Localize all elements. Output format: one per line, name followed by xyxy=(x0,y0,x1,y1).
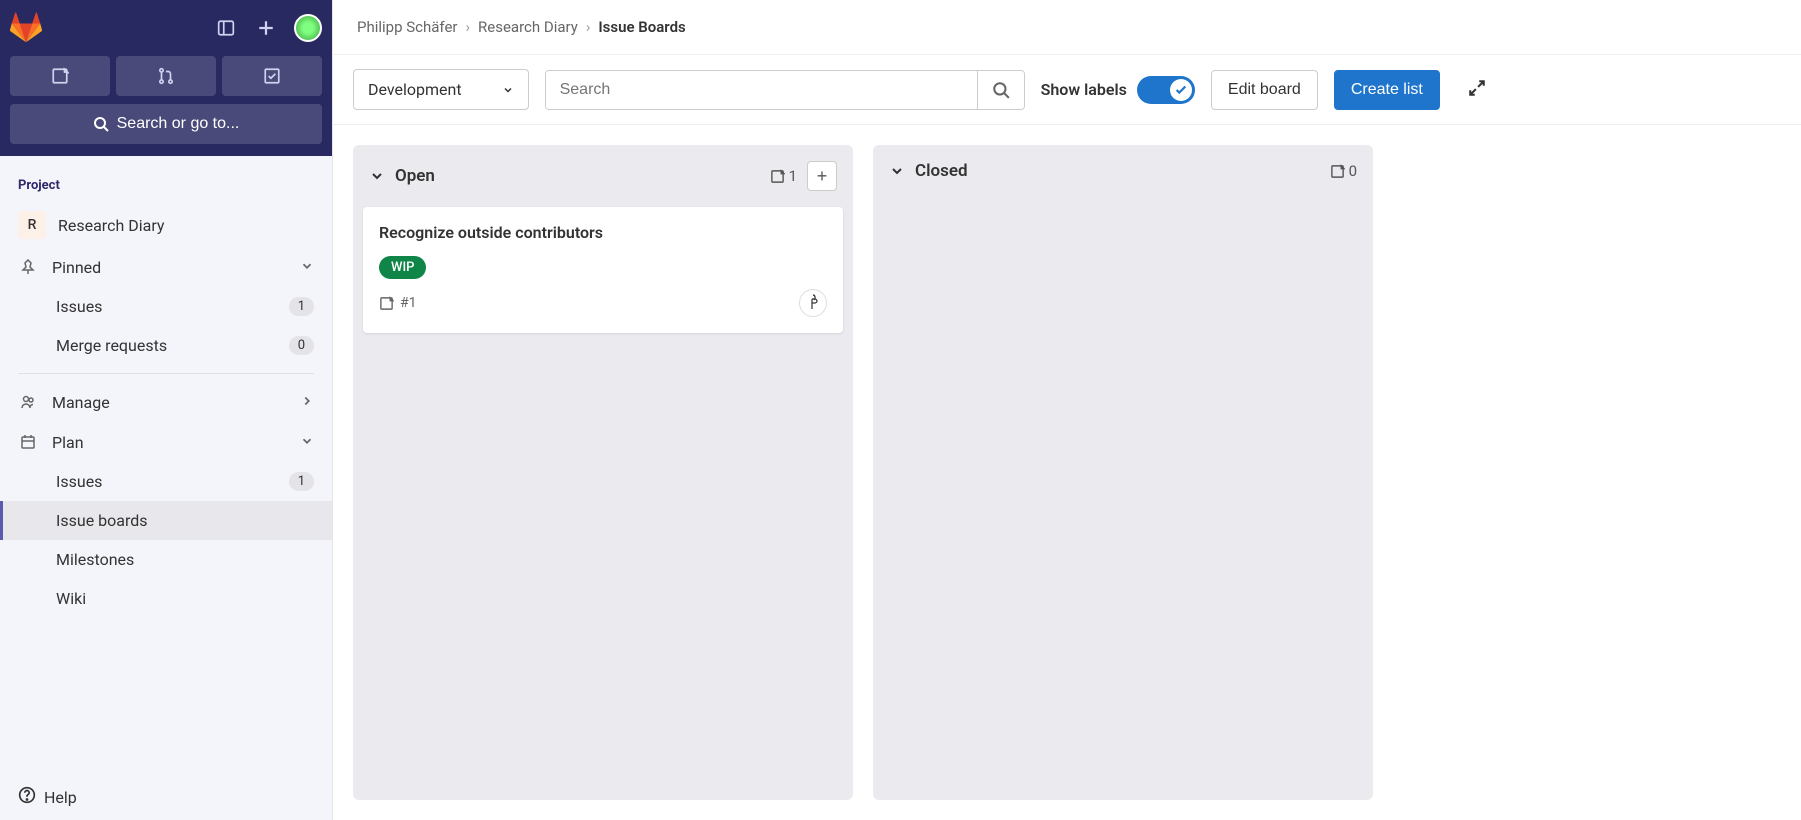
user-avatar[interactable] xyxy=(294,14,322,42)
sidebar-toggle-icon[interactable] xyxy=(214,16,238,40)
card-footer: #1 xyxy=(379,289,827,317)
board-list-open: Open 1 + Recognize outside contributors … xyxy=(353,145,853,800)
sidebar-item-wiki[interactable]: Wiki xyxy=(0,579,332,618)
expand-icon xyxy=(1468,79,1486,97)
breadcrumb-link[interactable]: Research Diary xyxy=(478,18,578,36)
breadcrumb-link[interactable]: Philipp Schäfer xyxy=(357,18,458,36)
global-search-button[interactable]: Search or go to... xyxy=(10,104,322,144)
project-name: Research Diary xyxy=(58,216,164,235)
sidebar-item-milestones[interactable]: Milestones xyxy=(0,540,332,579)
list-body: Recognize outside contributors WIP #1 xyxy=(353,207,853,800)
card-title: Recognize outside contributors xyxy=(379,223,827,242)
list-header: Open 1 + xyxy=(353,145,853,207)
count-badge: 1 xyxy=(289,297,314,316)
help-icon xyxy=(18,786,36,808)
chevron-right-icon xyxy=(300,393,314,412)
list-title: Closed xyxy=(915,161,1320,181)
chevron-right-icon: › xyxy=(466,18,471,36)
toolbar: Development Show labels Edit board Creat… xyxy=(333,55,1801,125)
search-input[interactable] xyxy=(546,71,977,109)
show-labels-toggle[interactable] xyxy=(1137,76,1195,104)
chevron-down-icon xyxy=(300,433,314,452)
edit-board-button[interactable]: Edit board xyxy=(1211,70,1318,110)
add-card-button[interactable]: + xyxy=(807,161,837,191)
sidebar-header: Search or go to... xyxy=(0,0,332,156)
search-icon xyxy=(93,116,109,132)
approve-button[interactable] xyxy=(222,56,322,96)
create-list-button[interactable]: Create list xyxy=(1334,70,1440,110)
sidebar-item-pinned-merge-requests[interactable]: Merge requests 0 xyxy=(0,326,332,365)
board-lists: Open 1 + Recognize outside contributors … xyxy=(333,125,1801,820)
board-list-closed: Closed 0 xyxy=(873,145,1373,800)
plan-icon xyxy=(18,432,38,452)
card-reference: #1 xyxy=(379,295,417,311)
gitlab-logo[interactable] xyxy=(10,12,42,44)
project-avatar: R xyxy=(18,211,46,239)
label-badge[interactable]: WIP xyxy=(379,256,426,279)
chevron-down-icon xyxy=(300,258,314,277)
check-icon xyxy=(1174,83,1188,97)
search-wrap xyxy=(545,70,1025,110)
sidebar-item-plan[interactable]: Plan xyxy=(0,422,332,462)
search-label: Search or go to... xyxy=(117,115,240,133)
search-button[interactable] xyxy=(977,71,1024,109)
project-section-title: Project xyxy=(0,172,332,203)
sidebar-item-issue-boards[interactable]: Issue boards xyxy=(0,501,332,540)
assignee-avatar[interactable] xyxy=(799,289,827,317)
show-labels-control: Show labels xyxy=(1041,76,1195,104)
merge-requests-button[interactable] xyxy=(116,56,216,96)
breadcrumb: Philipp Schäfer › Research Diary › Issue… xyxy=(333,0,1801,55)
pin-icon xyxy=(18,257,38,277)
issue-icon xyxy=(1330,164,1345,179)
sidebar: Search or go to... Project R Research Di… xyxy=(0,0,333,820)
sidebar-item-pinned[interactable]: Pinned xyxy=(0,247,332,287)
chevron-down-icon[interactable] xyxy=(889,163,905,179)
board-selector[interactable]: Development xyxy=(353,69,529,110)
divider xyxy=(18,373,314,374)
list-header: Closed 0 xyxy=(873,145,1373,197)
sidebar-item-manage[interactable]: Manage xyxy=(0,382,332,422)
list-count: 1 xyxy=(770,167,797,185)
help-link[interactable]: Help xyxy=(0,774,332,820)
project-link[interactable]: R Research Diary xyxy=(0,203,332,247)
plus-icon[interactable] xyxy=(254,16,278,40)
users-icon xyxy=(18,392,38,412)
chevron-right-icon: › xyxy=(586,18,591,36)
assignee-icon xyxy=(805,293,821,313)
list-count: 0 xyxy=(1330,162,1357,180)
fullscreen-button[interactable] xyxy=(1464,75,1490,104)
chevron-down-icon[interactable] xyxy=(369,168,385,184)
pinned-label: Pinned xyxy=(52,258,286,277)
chevron-down-icon xyxy=(502,84,514,96)
todo-button[interactable] xyxy=(10,56,110,96)
list-body xyxy=(873,197,1373,800)
count-badge: 0 xyxy=(289,336,314,355)
count-badge: 1 xyxy=(289,472,314,491)
search-icon xyxy=(992,81,1010,99)
issue-icon xyxy=(770,169,785,184)
main-content: Philipp Schäfer › Research Diary › Issue… xyxy=(333,0,1801,820)
sidebar-item-plan-issues[interactable]: Issues 1 xyxy=(0,462,332,501)
list-title: Open xyxy=(395,166,760,186)
issue-card[interactable]: Recognize outside contributors WIP #1 xyxy=(363,207,843,333)
sidebar-item-pinned-issues[interactable]: Issues 1 xyxy=(0,287,332,326)
breadcrumb-current: Issue Boards xyxy=(598,18,685,36)
card-labels: WIP xyxy=(379,256,827,279)
issue-icon xyxy=(379,296,394,311)
